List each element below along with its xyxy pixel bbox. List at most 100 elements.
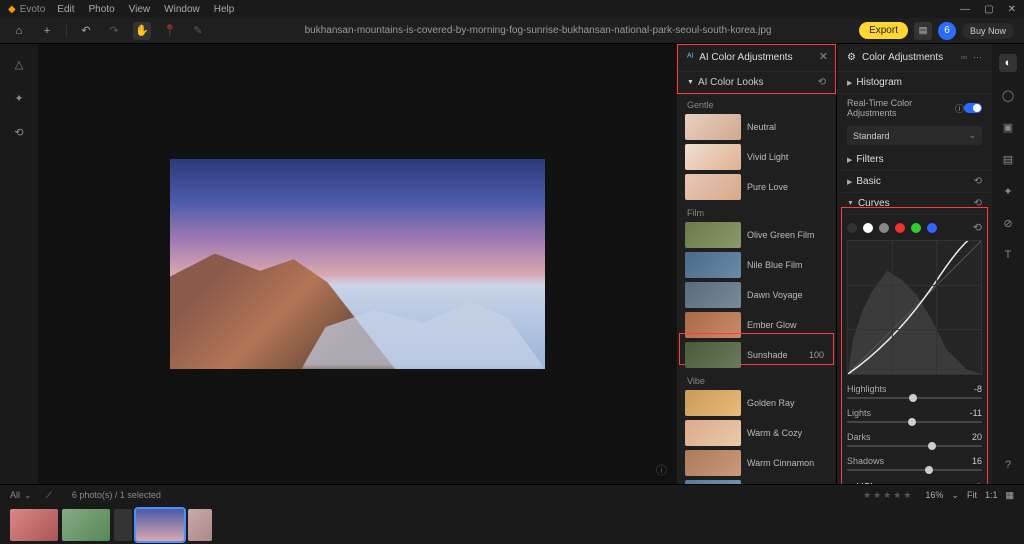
ai-panel-title: AI Color Adjustments bbox=[699, 52, 792, 63]
triangle-tool-icon[interactable]: △ bbox=[9, 54, 29, 74]
buy-now-button[interactable]: Buy Now bbox=[962, 23, 1014, 39]
photo-count: 6 photo(s) / 1 selected bbox=[72, 490, 161, 500]
collapse-icon[interactable]: ▼ bbox=[847, 200, 854, 207]
expand-icon[interactable]: ▶ bbox=[847, 484, 852, 485]
expand-icon[interactable]: ▶ bbox=[847, 178, 852, 186]
doc-icon[interactable]: ▤ bbox=[914, 22, 932, 40]
shadows-slider[interactable] bbox=[847, 469, 982, 471]
menu-view[interactable]: View bbox=[129, 4, 151, 15]
compare-icon[interactable]: ▫▫ bbox=[961, 52, 967, 63]
reset-basic-icon[interactable]: ⟲ bbox=[974, 176, 982, 187]
adjust-tab-icon[interactable]: ◐ bbox=[999, 54, 1017, 72]
filter-dropdown[interactable]: All bbox=[10, 490, 20, 500]
look-pure-love[interactable]: Pure Love bbox=[677, 172, 836, 202]
more-icon[interactable]: ⋯ bbox=[973, 52, 982, 63]
curves-graph[interactable] bbox=[847, 240, 982, 375]
look-golden-ray[interactable]: Golden Ray bbox=[677, 388, 836, 418]
lights-slider[interactable] bbox=[847, 421, 982, 423]
thumbnail-2[interactable] bbox=[62, 509, 110, 541]
export-button[interactable]: Export bbox=[859, 22, 908, 39]
sparkle-tool-icon[interactable]: ✦ bbox=[9, 88, 29, 108]
curves-picker-icon[interactable] bbox=[847, 223, 857, 233]
look-warm-cinnamon[interactable]: Warm Cinnamon bbox=[677, 448, 836, 478]
category-vibe: Vibe bbox=[677, 370, 836, 388]
app-logo: ◆ bbox=[8, 4, 16, 15]
remove-tab-icon[interactable]: ⊘ bbox=[999, 214, 1017, 232]
curves-blue-channel[interactable] bbox=[927, 223, 937, 233]
history-tool-icon[interactable]: ⟲ bbox=[9, 122, 29, 142]
look-vivid-light[interactable]: Vivid Light bbox=[677, 142, 836, 172]
look-nile-blue[interactable]: Nile Blue Film bbox=[677, 250, 836, 280]
one-to-one-button[interactable]: 1:1 bbox=[985, 490, 998, 500]
look-sunshade[interactable]: Sunshade100 bbox=[677, 340, 836, 370]
effects-tab-icon[interactable]: ✦ bbox=[999, 182, 1017, 200]
thumbnail-5[interactable] bbox=[188, 509, 212, 541]
menu-window[interactable]: Window bbox=[164, 4, 200, 15]
layers-tab-icon[interactable]: ▤ bbox=[999, 150, 1017, 168]
look-dawn-voyage[interactable]: Dawn Voyage bbox=[677, 280, 836, 310]
notification-badge[interactable]: 6 bbox=[938, 22, 956, 40]
home-icon[interactable]: ⌂ bbox=[10, 22, 28, 40]
hand-tool-icon[interactable]: ✋ bbox=[133, 22, 151, 40]
shadows-value: 16 bbox=[972, 456, 982, 466]
rating-stars[interactable]: ★★★★★ bbox=[863, 490, 911, 501]
curves-auto-icon[interactable]: ⟲ bbox=[973, 221, 982, 234]
reset-curves-icon[interactable]: ⟲ bbox=[974, 198, 982, 209]
canvas-area[interactable]: ⓘ bbox=[38, 44, 677, 484]
redo-icon[interactable]: ↷ bbox=[105, 22, 123, 40]
close-panel-icon[interactable]: ✕ bbox=[819, 50, 828, 63]
pencil-icon[interactable]: ✎ bbox=[189, 22, 207, 40]
look-arctic-blue[interactable]: Arctic Blue bbox=[677, 478, 836, 484]
maximize-icon[interactable]: ▢ bbox=[984, 4, 993, 15]
minimize-icon[interactable]: — bbox=[960, 4, 970, 15]
close-icon[interactable]: ✕ bbox=[1008, 4, 1016, 15]
darks-slider[interactable] bbox=[847, 445, 982, 447]
look-warm-cozy[interactable]: Warm & Cozy bbox=[677, 418, 836, 448]
thumbnail-1[interactable] bbox=[10, 509, 58, 541]
color-adjustments-panel: ⚙ Color Adjustments ▫▫⋯ ▶Histogram Real-… bbox=[837, 44, 992, 484]
profile-select[interactable]: Standard bbox=[847, 126, 982, 145]
marker-icon[interactable]: 📍 bbox=[161, 22, 179, 40]
hsl-section[interactable]: HSL bbox=[856, 482, 875, 484]
collapse-icon[interactable]: ▼ bbox=[687, 79, 694, 86]
text-tab-icon[interactable]: T bbox=[999, 246, 1017, 264]
zoom-value[interactable]: 16% bbox=[925, 490, 943, 500]
crop-tab-icon[interactable]: ▣ bbox=[999, 118, 1017, 136]
curves-green-channel[interactable] bbox=[911, 223, 921, 233]
curves-luma-channel[interactable] bbox=[863, 223, 873, 233]
look-ember-glow[interactable]: Ember Glow bbox=[677, 310, 836, 340]
look-olive-green[interactable]: Olive Green Film bbox=[677, 220, 836, 250]
help-icon[interactable]: ? bbox=[999, 456, 1017, 474]
filters-section[interactable]: Filters bbox=[856, 154, 883, 165]
reset-hsl-icon[interactable]: ⟲ bbox=[974, 482, 982, 484]
ai-icon: ᴬᴵ bbox=[687, 52, 693, 63]
fit-button[interactable]: Fit bbox=[967, 490, 977, 500]
rtca-toggle[interactable] bbox=[964, 103, 982, 113]
curves-gray-channel[interactable] bbox=[879, 223, 889, 233]
menu-edit[interactable]: Edit bbox=[57, 4, 74, 15]
curves-red-channel[interactable] bbox=[895, 223, 905, 233]
curves-section[interactable]: Curves bbox=[858, 198, 890, 209]
add-icon[interactable]: + bbox=[38, 22, 56, 40]
thumbnail-3[interactable] bbox=[114, 509, 132, 541]
grid-view-icon[interactable]: ▦ bbox=[1005, 490, 1014, 501]
histogram-section[interactable]: Histogram bbox=[856, 77, 902, 88]
shadows-label: Shadows bbox=[847, 456, 884, 466]
look-neutral[interactable]: Neutral bbox=[677, 112, 836, 142]
expand-icon[interactable]: ▶ bbox=[847, 156, 852, 164]
highlights-value: -8 bbox=[974, 384, 982, 394]
menu-bar: Edit Photo View Window Help bbox=[57, 4, 234, 15]
thumbnail-4[interactable] bbox=[136, 509, 184, 541]
portrait-tab-icon[interactable]: ◯ bbox=[999, 86, 1017, 104]
highlights-slider[interactable] bbox=[847, 397, 982, 399]
darks-value: 20 bbox=[972, 432, 982, 442]
reset-looks-icon[interactable]: ⟲ bbox=[818, 77, 826, 88]
expand-icon[interactable]: ▶ bbox=[847, 79, 852, 87]
ai-color-panel: ✕ ᴬᴵ AI Color Adjustments ▼ AI Color Loo… bbox=[677, 44, 837, 484]
undo-icon[interactable]: ↶ bbox=[77, 22, 95, 40]
info-icon[interactable]: ⓘ bbox=[656, 462, 667, 478]
rtca-help-icon[interactable]: ⓘ bbox=[955, 102, 964, 115]
menu-photo[interactable]: Photo bbox=[89, 4, 115, 15]
menu-help[interactable]: Help bbox=[214, 4, 235, 15]
basic-section[interactable]: Basic bbox=[856, 176, 880, 187]
